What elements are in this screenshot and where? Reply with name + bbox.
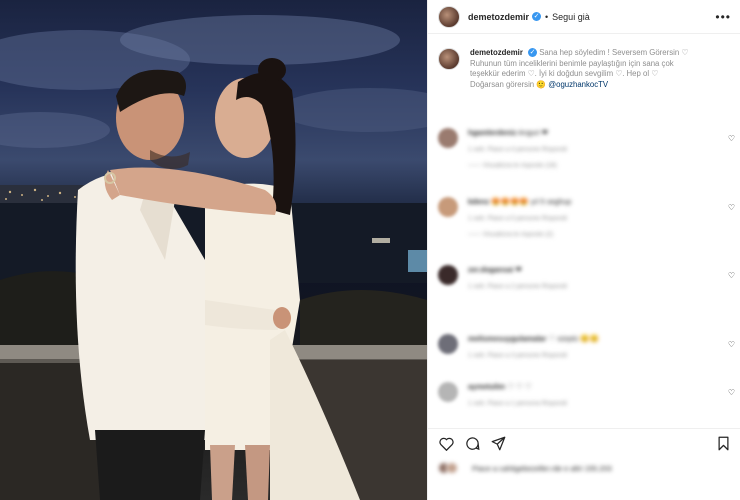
comment-like-heart-icon[interactable]: ♡ xyxy=(728,271,735,280)
separator-dot: • xyxy=(545,11,549,22)
comment-meta[interactable]: 1 sett. Piace a 5 persone Rispondi xyxy=(468,215,571,222)
comment-body: zer.dogansai ❤ 1 sett. Piace a 2 persone … xyxy=(468,265,567,290)
comment-text: Anguri ❤ xyxy=(518,128,549,137)
comment-line: melismesuygulamalar ♡ sürptü 😊😊 xyxy=(468,334,599,343)
comment-text: ♡ sürptü 😊😊 xyxy=(548,334,599,343)
share-icon[interactable] xyxy=(490,436,506,452)
comment-body: aymetulim ♡ ♡ ♡ 1 sett. Piace a 1 persona… xyxy=(468,382,567,407)
author-avatar[interactable] xyxy=(438,5,460,28)
caption-author-avatar[interactable] xyxy=(438,48,460,70)
caption-line-4: Doğarsan görersin 🙂 xyxy=(470,79,549,89)
likes-text: Piace a cahitgebezeller.rde e altri 155.… xyxy=(472,463,612,473)
comment-username[interactable]: melismesuygulamalar xyxy=(468,334,546,343)
comment-icon[interactable] xyxy=(464,436,480,452)
comment-like-heart-icon[interactable]: ♡ xyxy=(728,388,735,397)
comment-item: kdenz 😍😍😍😍 yıl 5 seghup 1 sett. Piace a 5… xyxy=(438,197,735,238)
comment-item: hgamlerdeniz Anguri ❤ 1 sett. Piace a 4 p… xyxy=(438,128,735,169)
caption-line-3: teşekkür ederim ♡. İyi ki doğdun sevgili… xyxy=(470,69,659,78)
likes-summary[interactable]: Piace a cahitgebezeller.rde e altri 155.… xyxy=(438,462,612,474)
comment-line: hgamlerdeniz Anguri ❤ xyxy=(468,128,567,137)
heart-icon[interactable] xyxy=(438,436,454,452)
comment-avatar[interactable] xyxy=(438,265,458,285)
comment-item: zer.dogansai ❤ 1 sett. Piace a 2 persone … xyxy=(438,265,735,290)
view-replies-link[interactable]: —— Visualizza le risposte (2) xyxy=(468,231,571,238)
verified-badge-icon: ✓ xyxy=(528,48,538,58)
comment-username[interactable]: zer.dogansai xyxy=(468,265,513,274)
bookmark-icon[interactable] xyxy=(715,436,731,452)
comment-like-heart-icon[interactable]: ♡ xyxy=(728,340,735,349)
verified-badge-icon: ✓ xyxy=(532,12,542,21)
caption-mention-link[interactable]: @oguzhankocTV xyxy=(548,80,608,89)
caption-text: demetozdemir ✓ Sana hep söyledim ! Sever… xyxy=(470,48,688,90)
couple-photo-illustration xyxy=(0,15,427,500)
author-username[interactable]: demetozdemir xyxy=(468,12,529,22)
comment-username[interactable]: hgamlerdeniz xyxy=(468,128,516,137)
post-image[interactable] xyxy=(0,0,427,500)
comment-body: kdenz 😍😍😍😍 yıl 5 seghup 1 sett. Piace a 5… xyxy=(468,197,571,238)
comment-meta[interactable]: 1 sett. Piace a 2 persone Rispondi xyxy=(468,283,567,290)
liker-avatars xyxy=(438,462,466,474)
post-side-panel: demetozdemir ✓ • Segui già ••• demetozde… xyxy=(427,0,740,500)
comment-meta[interactable]: 1 sett. Piace a 4 persone Rispondi xyxy=(468,146,567,153)
view-replies-link[interactable]: —— Visualizza le risposte (18) xyxy=(468,162,567,169)
comment-line: zer.dogansai ❤ xyxy=(468,265,567,274)
comment-like-heart-icon[interactable]: ♡ xyxy=(728,134,735,143)
comment-body: melismesuygulamalar ♡ sürptü 😊😊 1 sett. P… xyxy=(468,334,599,359)
following-button[interactable]: Segui già xyxy=(552,12,590,22)
comment-avatar[interactable] xyxy=(438,128,458,148)
comment-text: 😍😍😍😍 yıl 5 seghup xyxy=(491,197,572,206)
comment-item: melismesuygulamalar ♡ sürptü 😊😊 1 sett. P… xyxy=(438,334,735,359)
caption-line-1: Sana hep söyledim ! Seversem Görersin ♡ xyxy=(539,48,689,57)
comment-text: ♡ ♡ ♡ xyxy=(507,382,532,391)
comment-meta[interactable]: 1 sett. Piace a 3 persone Rispondi xyxy=(468,352,599,359)
caption-line-2: Ruhunun tüm inceliklerini benimle paylaş… xyxy=(470,58,674,68)
comment-username[interactable]: aymetulim xyxy=(468,382,505,391)
comment-avatar[interactable] xyxy=(438,382,458,402)
comment-line: aymetulim ♡ ♡ ♡ xyxy=(468,382,567,391)
post-caption: demetozdemir ✓ Sana hep söyledim ! Sever… xyxy=(438,48,733,90)
post-action-bar xyxy=(428,428,740,458)
caption-username[interactable]: demetozdemir xyxy=(470,48,523,57)
comment-avatar[interactable] xyxy=(438,197,458,217)
post-header: demetozdemir ✓ • Segui già ••• xyxy=(428,0,740,34)
comment-item: aymetulim ♡ ♡ ♡ 1 sett. Piace a 1 persona… xyxy=(438,382,735,407)
comment-like-heart-icon[interactable]: ♡ xyxy=(728,203,735,212)
comment-meta[interactable]: 1 sett. Piace a 1 persona Rispondi xyxy=(468,400,567,407)
more-options-icon[interactable]: ••• xyxy=(715,11,731,23)
comment-line: kdenz 😍😍😍😍 yıl 5 seghup xyxy=(468,197,571,206)
comment-text: ❤ xyxy=(515,265,522,274)
comment-body: hgamlerdeniz Anguri ❤ 1 sett. Piace a 4 p… xyxy=(468,128,567,169)
comment-avatar[interactable] xyxy=(438,334,458,354)
comment-username[interactable]: kdenz xyxy=(468,197,489,206)
